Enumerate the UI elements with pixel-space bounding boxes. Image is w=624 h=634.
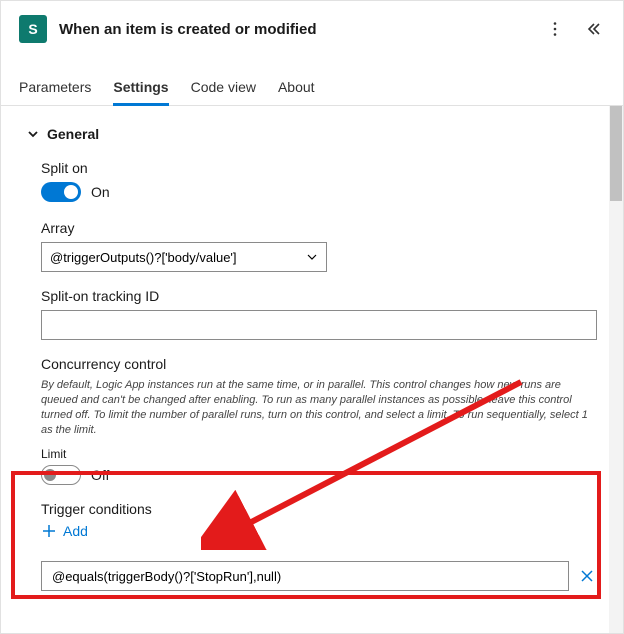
panel-title: When an item is created or modified xyxy=(59,21,531,38)
limit-label: Limit xyxy=(41,447,597,461)
tab-about[interactable]: About xyxy=(278,71,315,105)
concurrency-toggle[interactable] xyxy=(41,465,81,485)
split-on-toggle[interactable] xyxy=(41,182,81,202)
concurrency-description: By default, Logic App instances run at t… xyxy=(41,378,597,437)
collapse-icon[interactable] xyxy=(581,17,605,41)
trigger-conditions-label: Trigger conditions xyxy=(41,501,597,517)
tab-code-view[interactable]: Code view xyxy=(191,71,256,105)
array-select-value: @triggerOutputs()?['body/value'] xyxy=(50,250,298,265)
scroll-area: General Split on On Array @triggerOutput… xyxy=(1,106,623,633)
sharepoint-icon: S xyxy=(19,15,47,43)
more-icon[interactable] xyxy=(543,17,567,41)
tracking-id-label: Split-on tracking ID xyxy=(41,288,597,304)
chevron-down-icon xyxy=(27,128,39,140)
chevron-down-icon xyxy=(306,251,318,263)
add-condition-label: Add xyxy=(63,523,88,539)
tabs-bar: Parameters Settings Code view About xyxy=(1,71,623,106)
split-on-label: Split on xyxy=(41,160,597,176)
section-general-label: General xyxy=(47,126,99,142)
plus-icon xyxy=(41,523,57,539)
scrollbar-thumb[interactable] xyxy=(610,106,622,201)
panel-header: S When an item is created or modified xyxy=(1,1,623,57)
trigger-condition-input[interactable] xyxy=(41,561,569,591)
remove-condition-button[interactable] xyxy=(577,566,597,586)
array-label: Array xyxy=(41,220,597,236)
tab-parameters[interactable]: Parameters xyxy=(19,71,91,105)
section-general-toggle[interactable]: General xyxy=(27,126,597,142)
close-icon xyxy=(579,568,595,584)
concurrency-label: Concurrency control xyxy=(41,356,597,372)
split-on-state: On xyxy=(91,184,110,200)
tab-settings[interactable]: Settings xyxy=(113,71,168,105)
add-condition-button[interactable]: Add xyxy=(41,523,88,539)
scrollbar-track[interactable] xyxy=(609,106,623,633)
tracking-id-input[interactable] xyxy=(41,310,597,340)
array-select[interactable]: @triggerOutputs()?['body/value'] xyxy=(41,242,327,272)
concurrency-state: Off xyxy=(91,467,109,483)
